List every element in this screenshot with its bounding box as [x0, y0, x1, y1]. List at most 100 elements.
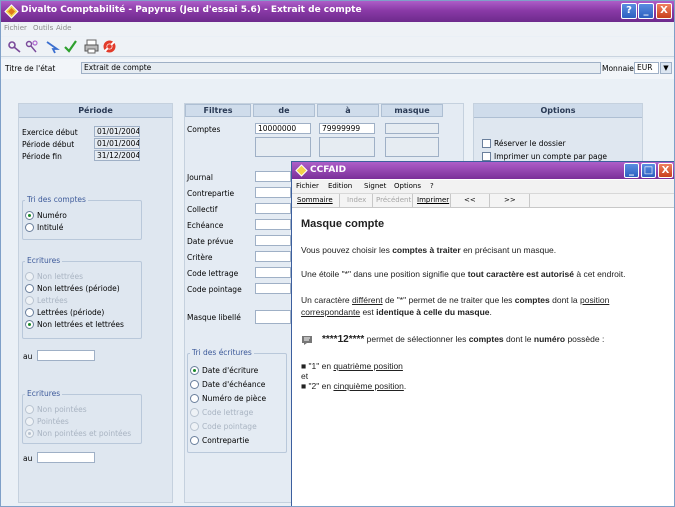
- monnaie-field[interactable]: EUR: [634, 62, 659, 74]
- comptes-masque-extra-field[interactable]: [385, 137, 439, 157]
- ccfaid-menu-options[interactable]: Options: [394, 182, 421, 190]
- ccfaid-close-button[interactable]: X: [658, 163, 673, 178]
- lifebuoy-help-icon[interactable]: [102, 39, 117, 54]
- key-icon[interactable]: [7, 39, 22, 54]
- minimize-button[interactable]: _: [638, 3, 654, 19]
- arrow-icon[interactable]: [45, 39, 60, 54]
- periode-fin-field[interactable]: 31/12/2004: [94, 150, 140, 161]
- help-bullet-2: ■ "2" en cinquième position.: [301, 381, 407, 391]
- radio-lettrees-periode[interactable]: [25, 308, 34, 317]
- au-field-1[interactable]: [37, 350, 95, 361]
- reserver-label: Réserver le dossier: [494, 139, 566, 148]
- periode-debut-field[interactable]: 01/01/2004: [94, 138, 140, 149]
- reserver-checkbox[interactable]: [482, 139, 491, 148]
- options-header: Options: [474, 104, 642, 118]
- precedent-button[interactable]: Précédent: [376, 196, 411, 204]
- radio-non-pointees[interactable]: [25, 405, 34, 414]
- radio-non-et-pointees[interactable]: [25, 429, 34, 438]
- comptes-de-field[interactable]: 10000000: [255, 123, 311, 134]
- ccfaid-menu-edition[interactable]: Edition: [328, 182, 352, 190]
- close-button[interactable]: X: [656, 3, 672, 19]
- radio-non-lettrees-periode-label: Non lettrées (période): [37, 284, 120, 293]
- etat-label: Titre de l'état: [5, 64, 56, 73]
- radio-pointees[interactable]: [25, 417, 34, 426]
- radio-code-pointage[interactable]: [190, 422, 199, 431]
- nav-divider: [529, 194, 530, 208]
- nav-divider: [489, 194, 490, 208]
- radio-lettrees[interactable]: [25, 296, 34, 305]
- imprimer-page-checkbox[interactable]: [482, 152, 491, 161]
- radio-date-echeance[interactable]: [190, 380, 199, 389]
- menu-outils[interactable]: Outils: [33, 24, 53, 32]
- ecritures-pointage-title: Ecritures: [25, 389, 63, 398]
- radio-non-lettrees[interactable]: [25, 272, 34, 281]
- sommaire-button[interactable]: Sommaire: [297, 196, 333, 204]
- help-paragraph-2: Une étoile "*" dans une position signifi…: [301, 269, 626, 279]
- nav-divider: [412, 194, 413, 208]
- exercice-field[interactable]: 01/01/2004: [94, 126, 140, 137]
- contrepartie-field[interactable]: [255, 187, 291, 198]
- help-paragraph-1: Vous pouvez choisir les comptes à traite…: [301, 245, 557, 255]
- radio-code-lettrage[interactable]: [190, 408, 199, 417]
- etat-title-field[interactable]: Extrait de compte: [81, 62, 601, 74]
- help-button[interactable]: ?: [621, 3, 637, 19]
- comptes-label: Comptes: [187, 125, 221, 134]
- comptes-a-extra-field[interactable]: [319, 137, 375, 157]
- code-pointage-label: Code pointage: [187, 285, 242, 294]
- masque-libelle-field[interactable]: [255, 310, 291, 324]
- radio-date-ecriture[interactable]: [190, 366, 199, 375]
- ccfaid-menu-signet[interactable]: Signet: [364, 182, 386, 190]
- toolbar: [1, 37, 674, 57]
- au-label-2: au: [23, 454, 33, 463]
- ccfaid-content: Masque compte Vous pouvez choisir les co…: [292, 209, 674, 506]
- help-paragraph-3b: correspondante est identique à celle du …: [301, 307, 492, 317]
- date-prevue-field[interactable]: [255, 235, 291, 246]
- help-et: et: [301, 371, 309, 381]
- title-bar: Divalto Comptabilité - Papyrus (Jeu d'es…: [1, 1, 674, 22]
- echeance-field[interactable]: [255, 219, 291, 230]
- menu-fichier[interactable]: Fichier: [4, 24, 27, 32]
- collectif-field[interactable]: [255, 203, 291, 214]
- ccfaid-maximize-button[interactable]: □: [641, 163, 656, 178]
- journal-field[interactable]: [255, 171, 291, 182]
- monnaie-dropdown-button[interactable]: ▼: [660, 62, 672, 74]
- radio-non-lettrees-periode[interactable]: [25, 284, 34, 293]
- radio-contrepartie-label: Contrepartie: [202, 436, 250, 445]
- comptes-masque-field[interactable]: [385, 123, 439, 134]
- code-lettrage-field[interactable]: [255, 267, 291, 278]
- index-button[interactable]: Index: [347, 196, 366, 204]
- radio-lettrees-periode-label: Lettrées (période): [37, 308, 105, 317]
- help-paragraph-3a: Un caractère différent de "*" permet de …: [301, 295, 610, 305]
- masque-libelle-label: Masque libellé: [187, 313, 241, 322]
- au-field-2[interactable]: [37, 452, 95, 463]
- prev-topic-button[interactable]: <<: [464, 196, 476, 204]
- left-panel: Période Exercice début 01/01/2004 Périod…: [18, 103, 173, 503]
- radio-intitule[interactable]: [25, 223, 34, 232]
- ccfaid-nav-bar: Sommaire Index Précédent Imprimer << >>: [292, 193, 674, 208]
- radio-date-ecriture-label: Date d'écriture: [202, 366, 259, 375]
- ccfaid-menu-help[interactable]: ?: [430, 182, 434, 190]
- code-pointage-field[interactable]: [255, 283, 291, 294]
- menu-aide[interactable]: Aide: [56, 24, 71, 32]
- validate-check-icon[interactable]: [63, 39, 78, 54]
- radio-non-et-lettrees[interactable]: [25, 320, 34, 329]
- radio-contrepartie[interactable]: [190, 436, 199, 445]
- radio-numero[interactable]: [25, 211, 34, 220]
- chevron-down-icon: ▼: [663, 64, 669, 72]
- ccfaid-title-bar: CCFAID _ □ X: [292, 162, 674, 179]
- printer-icon[interactable]: [84, 39, 99, 54]
- critere-field[interactable]: [255, 251, 291, 262]
- radio-numero-piece[interactable]: [190, 394, 199, 403]
- comptes-de-extra-field[interactable]: [255, 137, 311, 157]
- comptes-a-field[interactable]: 79999999: [319, 123, 375, 134]
- ecritures-lettrage-title: Ecritures: [25, 256, 63, 265]
- keys-icon[interactable]: [25, 39, 40, 54]
- imprimer-button[interactable]: Imprimer: [417, 196, 449, 204]
- ccfaid-help-window: CCFAID _ □ X Fichier Edition Signet Opti…: [291, 161, 674, 506]
- ccfaid-menu-fichier[interactable]: Fichier: [296, 182, 319, 190]
- ccfaid-minimize-button[interactable]: _: [624, 163, 639, 178]
- nav-divider: [372, 194, 373, 208]
- radio-non-et-pointees-label: Non pointées et pointées: [37, 429, 132, 438]
- next-topic-button[interactable]: >>: [504, 196, 516, 204]
- radio-pointees-label: Pointées: [37, 417, 69, 426]
